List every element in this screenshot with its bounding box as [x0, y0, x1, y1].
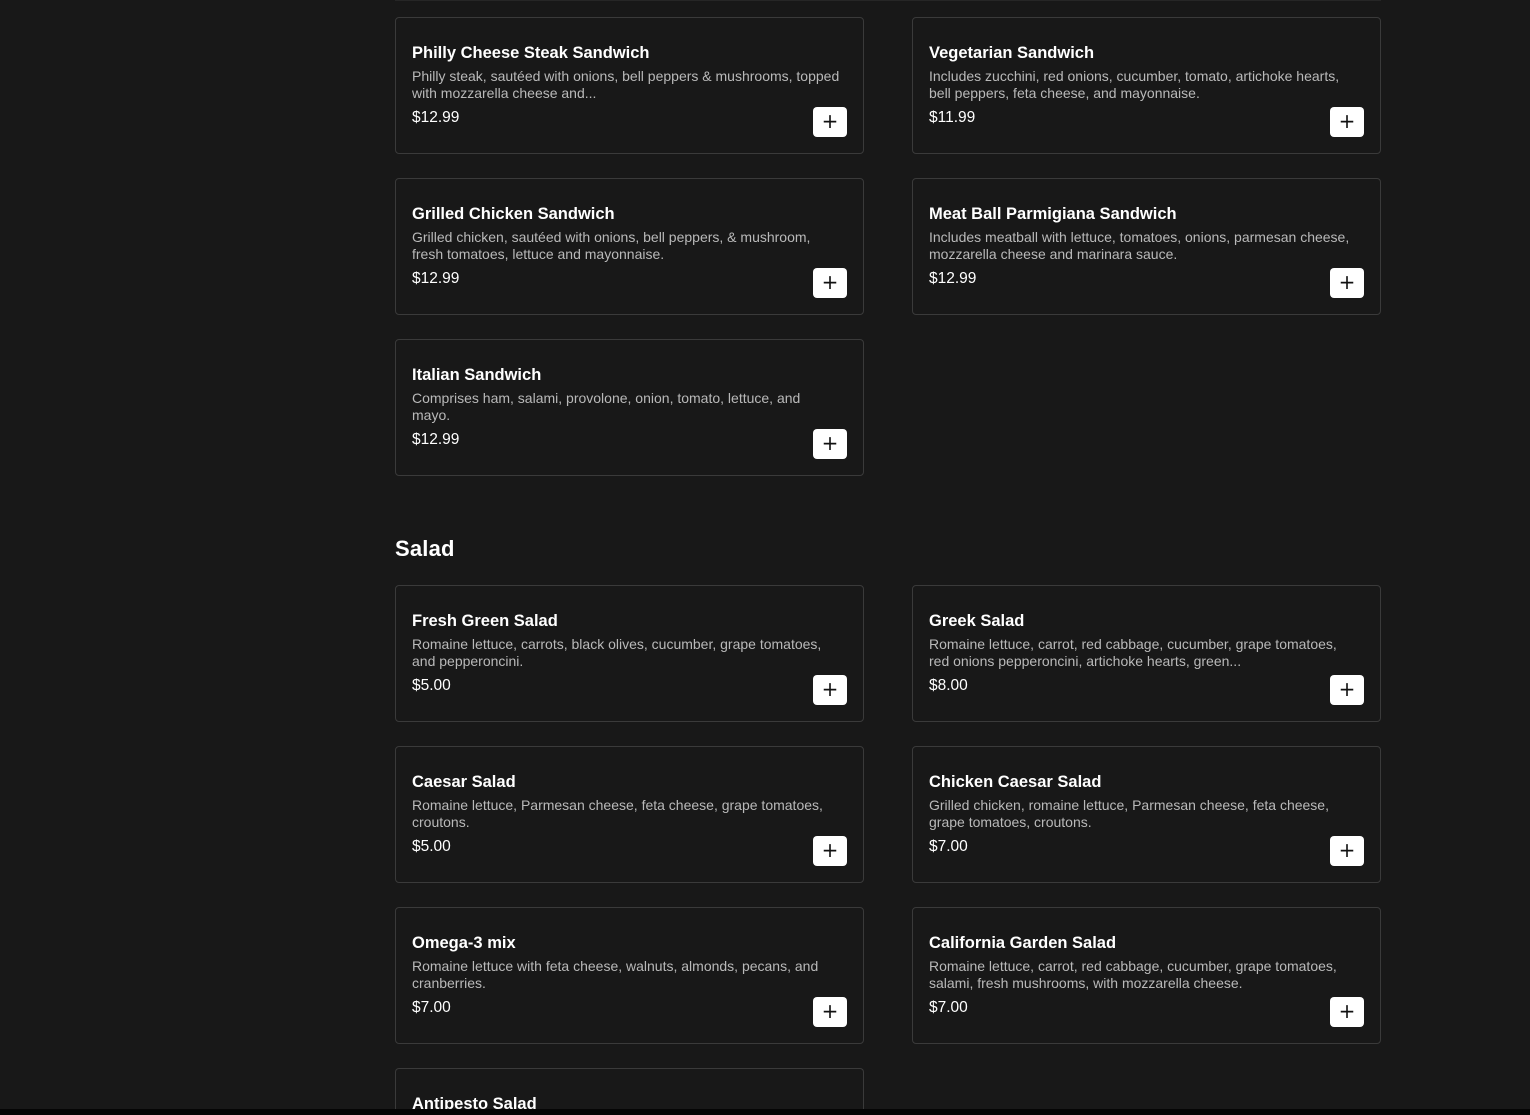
menu-item-card[interactable]: Philly Cheese Steak Sandwich Philly stea…: [395, 17, 864, 154]
item-price: $12.99: [929, 270, 977, 287]
section-title-salad: Salad: [395, 536, 455, 561]
menu-item-card[interactable]: Vegetarian Sandwich Includes zucchini, r…: [912, 17, 1381, 154]
plus-icon: +: [1338, 838, 1356, 862]
item-name: Caesar Salad: [412, 773, 516, 791]
add-to-cart-button[interactable]: +: [813, 997, 847, 1027]
add-to-cart-button[interactable]: +: [813, 107, 847, 137]
menu-item-card[interactable]: California Garden Salad Romaine lettuce,…: [912, 907, 1381, 1044]
plus-icon: +: [1338, 999, 1356, 1023]
item-price: $5.00: [412, 838, 451, 855]
previous-section-edge: [395, 0, 1381, 1]
item-price: $7.00: [929, 999, 968, 1016]
item-description: Romaine lettuce, Parmesan cheese, feta c…: [412, 797, 823, 830]
menu-item-card[interactable]: Greek Salad Romaine lettuce, carrot, red…: [912, 585, 1381, 722]
menu-item-card[interactable]: Italian Sandwich Comprises ham, salami, …: [395, 339, 864, 476]
menu-item-card[interactable]: Caesar Salad Romaine lettuce, Parmesan c…: [395, 746, 864, 883]
menu-item-card[interactable]: Grilled Chicken Sandwich Grilled chicken…: [395, 178, 864, 315]
item-description: Comprises ham, salami, provolone, onion,…: [412, 390, 801, 423]
item-name: Vegetarian Sandwich: [929, 44, 1095, 62]
item-price: $5.00: [412, 677, 451, 694]
item-name: Italian Sandwich: [412, 366, 542, 384]
item-price: $7.00: [412, 999, 451, 1016]
salad-section: Fresh Green Salad Romaine lettuce, carro…: [395, 585, 1381, 1115]
salad-grid: Fresh Green Salad Romaine lettuce, carro…: [395, 585, 1381, 1115]
add-to-cart-button[interactable]: +: [813, 268, 847, 298]
plus-icon: +: [821, 109, 839, 133]
menu-item-card[interactable]: Omega-3 mix Romaine lettuce with feta ch…: [395, 907, 864, 1044]
item-description: Includes meatball with lettuce, tomatoes…: [929, 229, 1350, 262]
item-description: Romaine lettuce, carrot, red cabbage, cu…: [929, 958, 1337, 991]
item-name: Meat Ball Parmigiana Sandwich: [929, 205, 1177, 223]
add-to-cart-button[interactable]: +: [813, 675, 847, 705]
plus-icon: +: [821, 431, 839, 455]
item-price: $12.99: [412, 109, 460, 126]
plus-icon: +: [1338, 677, 1356, 701]
item-description: Romaine lettuce, carrots, black olives, …: [412, 636, 822, 669]
item-price: $12.99: [412, 431, 460, 448]
bottom-edge-bar: [0, 1109, 1530, 1115]
plus-icon: +: [821, 270, 839, 294]
plus-icon: +: [1338, 270, 1356, 294]
add-to-cart-button[interactable]: +: [813, 836, 847, 866]
add-to-cart-button[interactable]: +: [1330, 675, 1364, 705]
add-to-cart-button[interactable]: +: [1330, 836, 1364, 866]
item-name: California Garden Salad: [929, 934, 1117, 952]
sandwich-section: Philly Cheese Steak Sandwich Philly stea…: [395, 17, 1381, 476]
item-name: Greek Salad: [929, 612, 1025, 630]
add-to-cart-button[interactable]: +: [1330, 107, 1364, 137]
item-description: Romaine lettuce with feta cheese, walnut…: [412, 958, 819, 991]
item-price: $12.99: [412, 270, 460, 287]
item-description: Includes zucchini, red onions, cucumber,…: [929, 68, 1340, 101]
item-price: $11.99: [929, 109, 976, 126]
item-name: Grilled Chicken Sandwich: [412, 205, 615, 223]
item-price: $8.00: [929, 677, 968, 694]
item-description: Philly steak, sautéed with onions, bell …: [412, 68, 840, 101]
item-price: $7.00: [929, 838, 968, 855]
item-description: Grilled chicken, romaine lettuce, Parmes…: [929, 797, 1329, 830]
add-to-cart-button[interactable]: +: [1330, 268, 1364, 298]
plus-icon: +: [821, 677, 839, 701]
menu-item-card[interactable]: Chicken Caesar Salad Grilled chicken, ro…: [912, 746, 1381, 883]
sandwich-grid: Philly Cheese Steak Sandwich Philly stea…: [395, 17, 1381, 476]
plus-icon: +: [821, 999, 839, 1023]
plus-icon: +: [821, 838, 839, 862]
item-description: Grilled chicken, sautéed with onions, be…: [412, 229, 811, 262]
item-name: Omega-3 mix: [412, 934, 516, 952]
item-name: Philly Cheese Steak Sandwich: [412, 44, 650, 62]
menu-item-card[interactable]: Meat Ball Parmigiana Sandwich Includes m…: [912, 178, 1381, 315]
plus-icon: +: [1338, 109, 1356, 133]
add-to-cart-button[interactable]: +: [813, 429, 847, 459]
item-name: Fresh Green Salad: [412, 612, 558, 630]
menu-item-card[interactable]: Antipesto Salad: [395, 1068, 864, 1115]
menu-item-card[interactable]: Fresh Green Salad Romaine lettuce, carro…: [395, 585, 864, 722]
item-description: Romaine lettuce, carrot, red cabbage, cu…: [929, 636, 1337, 669]
menu-page: Philly Cheese Steak Sandwich Philly stea…: [0, 0, 1530, 1115]
add-to-cart-button[interactable]: +: [1330, 997, 1364, 1027]
item-name: Chicken Caesar Salad: [929, 773, 1102, 791]
